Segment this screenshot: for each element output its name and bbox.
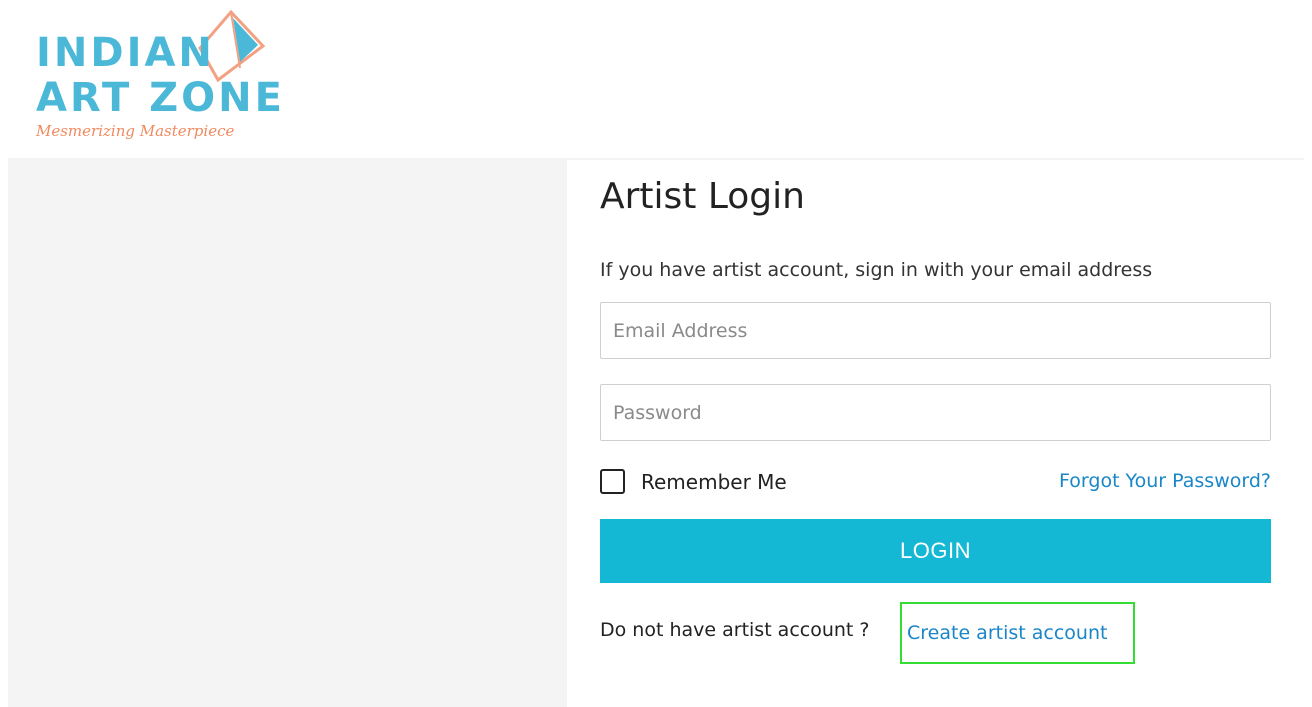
login-button[interactable]: LOGIN <box>600 519 1271 583</box>
email-field[interactable] <box>600 302 1271 359</box>
password-field[interactable] <box>600 384 1271 441</box>
remember-me-label: Remember Me <box>641 469 787 494</box>
page: INDIAN ART ZONE Mesmerizing Masterpiece … <box>0 0 1312 707</box>
logo-graphic: INDIAN ART ZONE Mesmerizing Masterpiece <box>35 9 284 140</box>
remember-me-checkbox[interactable] <box>600 469 625 494</box>
forgot-password-link[interactable]: Forgot Your Password? <box>1059 470 1271 492</box>
logo-tagline: Mesmerizing Masterpiece <box>35 122 234 140</box>
header: INDIAN ART ZONE Mesmerizing Masterpiece <box>0 0 1312 158</box>
create-account-link[interactable]: Create artist account <box>900 602 1135 664</box>
page-title: Artist Login <box>600 176 805 217</box>
brand-logo[interactable]: INDIAN ART ZONE Mesmerizing Masterpiece <box>34 8 284 148</box>
signup-prompt: Do not have artist account ? <box>600 619 870 641</box>
logo-line1: INDIAN <box>36 30 215 76</box>
signup-row: Do not have artist account ? <box>600 619 870 641</box>
remember-me[interactable]: Remember Me <box>600 469 787 494</box>
logo-line2: ART ZONE <box>36 75 284 121</box>
login-instructions: If you have artist account, sign in with… <box>600 259 1153 281</box>
